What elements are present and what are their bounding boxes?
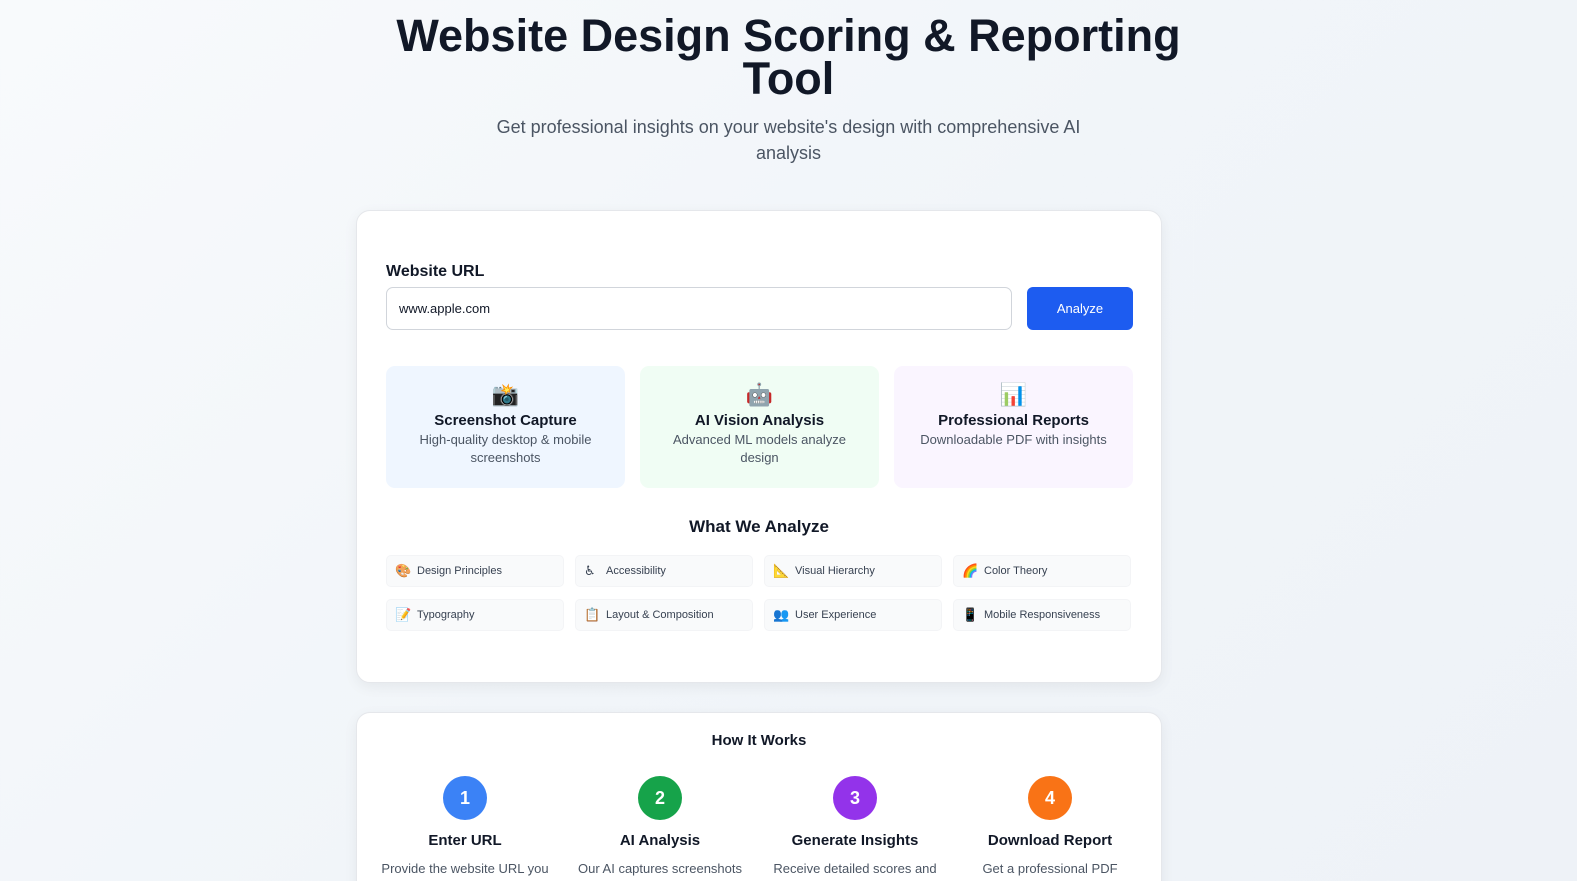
analyze-item-label: Layout & Composition <box>606 609 714 621</box>
step-title: Enter URL <box>428 832 502 849</box>
analysis-card: Website URL Analyze 📸 Screenshot Capture… <box>356 210 1162 683</box>
analyze-item-mobile: 📱 Mobile Responsiveness <box>953 599 1131 631</box>
analyze-item-color-theory: 🌈 Color Theory <box>953 555 1131 587</box>
step-enter-url: 1 Enter URL Provide the website URL you <box>370 776 560 877</box>
step-generate-insights: 3 Generate Insights Receive detailed sco… <box>760 776 950 877</box>
step-title: AI Analysis <box>619 832 701 849</box>
analyze-item-label: Visual Hierarchy <box>795 565 875 577</box>
step-number-badge: 2 <box>638 776 682 820</box>
url-input[interactable] <box>386 287 1012 330</box>
bar-chart-icon: 📊 <box>999 382 1028 407</box>
step-ai-analysis: 2 AI Analysis Our AI captures screenshot… <box>565 776 755 877</box>
analyze-item-visual-hierarchy: 📐 Visual Hierarchy <box>764 555 942 587</box>
hero-section: Website Design Scoring & Reporting Tool … <box>0 10 1577 166</box>
analyze-item-label: Typography <box>417 609 475 621</box>
analyze-item-label: User Experience <box>795 609 877 621</box>
accessibility-icon: ♿ <box>584 563 596 578</box>
page-title: Website Design Scoring & Reporting Tool <box>396 10 1181 104</box>
feature-title: Professional Reports <box>938 412 1089 429</box>
rainbow-icon: 🌈 <box>962 563 979 578</box>
camera-icon: 📸 <box>491 382 520 407</box>
step-desc: Provide the website URL you <box>381 861 549 876</box>
feature-card-reports: 📊 Professional Reports Downloadable PDF … <box>894 366 1133 488</box>
users-icon: 👥 <box>773 607 790 622</box>
triangle-ruler-icon: 📐 <box>773 563 790 578</box>
analyze-item-design-principles: 🎨 Design Principles <box>386 555 564 587</box>
step-number-badge: 1 <box>443 776 487 820</box>
analyze-item-label: Color Theory <box>984 565 1048 577</box>
analyze-item-accessibility: ♿ Accessibility <box>575 555 753 587</box>
step-number-badge: 3 <box>833 776 877 820</box>
palette-icon: 🎨 <box>395 563 412 578</box>
step-desc: Our AI captures screenshots <box>577 861 743 876</box>
step-number-badge: 4 <box>1028 776 1072 820</box>
analyze-item-label: Accessibility <box>606 565 666 577</box>
feature-title: Screenshot Capture <box>434 412 577 429</box>
feature-card-screenshot: 📸 Screenshot Capture High-quality deskto… <box>386 366 625 488</box>
step-desc: Get a professional PDF <box>982 861 1118 876</box>
memo-icon: 📝 <box>395 607 412 622</box>
what-we-analyze-heading: What We Analyze <box>689 517 829 536</box>
feature-card-ai-vision: 🤖 AI Vision Analysis Advanced ML models … <box>640 366 879 488</box>
analyze-item-typography: 📝 Typography <box>386 599 564 631</box>
feature-desc: Advanced ML models analyze design <box>673 432 846 465</box>
feature-desc: High-quality desktop & mobile screenshot… <box>419 432 592 465</box>
step-title: Generate Insights <box>791 832 919 849</box>
analyze-item-user-experience: 👥 User Experience <box>764 599 942 631</box>
analyze-item-label: Mobile Responsiveness <box>984 609 1101 621</box>
page-subtitle: Get professional insights on your websit… <box>496 117 1081 163</box>
analyze-item-label: Design Principles <box>417 565 502 577</box>
analyze-button[interactable]: Analyze <box>1027 287 1133 330</box>
feature-title: AI Vision Analysis <box>694 412 825 429</box>
url-label: Website URL <box>386 263 485 280</box>
how-it-works-heading: How It Works <box>711 732 807 749</box>
feature-desc: Downloadable PDF with insights <box>920 432 1107 447</box>
step-title: Download Report <box>987 832 1113 849</box>
step-desc: Receive detailed scores and <box>773 861 937 876</box>
clipboard-icon: 📋 <box>584 607 601 622</box>
how-it-works-card: How It Works 1 Enter URL Provide the web… <box>356 712 1162 881</box>
robot-icon: 🤖 <box>745 382 774 407</box>
step-download-report: 4 Download Report Get a professional PDF <box>955 776 1145 877</box>
analyze-item-layout: 📋 Layout & Composition <box>575 599 753 631</box>
mobile-phone-icon: 📱 <box>962 607 979 622</box>
